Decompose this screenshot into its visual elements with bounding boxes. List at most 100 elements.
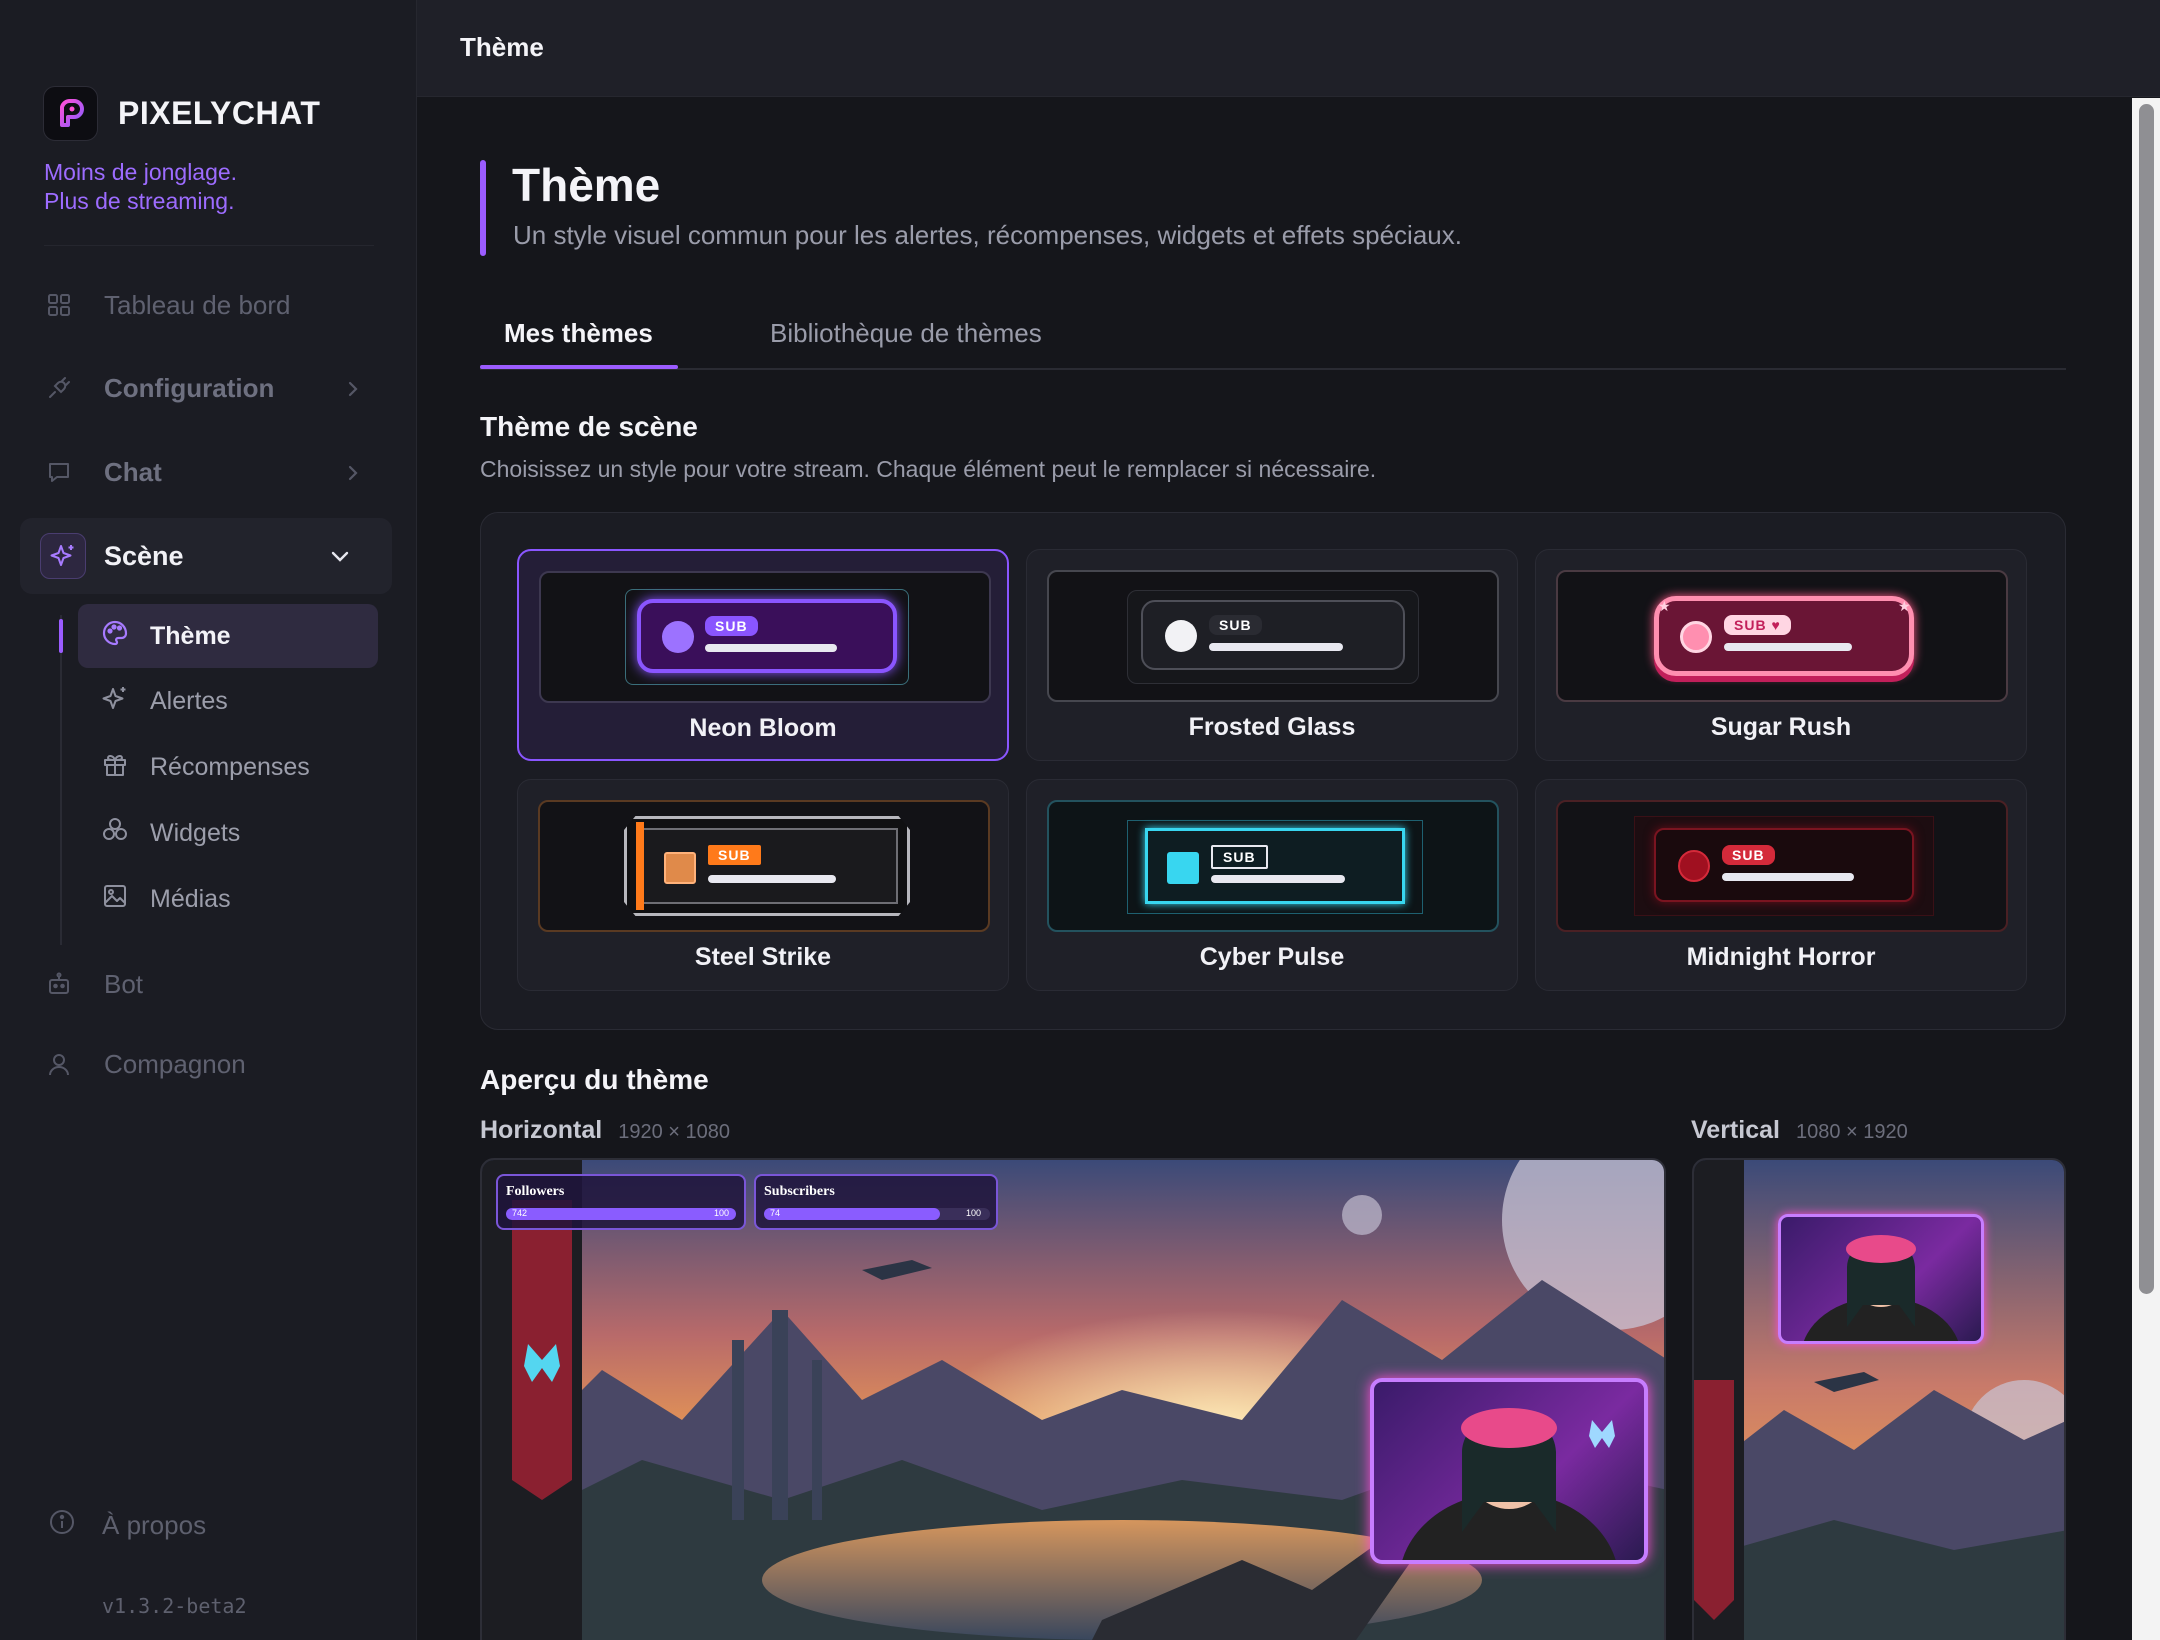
theme-name: Sugar Rush xyxy=(1710,713,1852,741)
theme-card-steel-strike[interactable]: SUB Steel Strike xyxy=(517,779,1009,991)
sidebar-subitem-label: Alertes xyxy=(150,686,228,715)
goal-label: Subscribers xyxy=(764,1184,835,1199)
sidebar-item-label: Configuration xyxy=(104,372,275,403)
sidebar-subitem-label: Médias xyxy=(150,884,231,913)
sub-badge: SUB xyxy=(1211,845,1268,869)
sidebar-divider xyxy=(44,245,374,246)
sidebar-item-label: Tableau de bord xyxy=(104,289,291,320)
preview-avatar xyxy=(664,852,696,884)
theme-name: Midnight Horror xyxy=(1686,943,1876,971)
sidebar-subitem-label: Thème xyxy=(150,621,231,650)
sparkle-icon xyxy=(100,683,130,720)
widgets-icon xyxy=(100,815,130,852)
sidebar-subitem-media[interactable]: Médias xyxy=(100,879,231,919)
horizontal-label-text: Horizontal xyxy=(480,1116,603,1144)
theme-preview: ★ ★ SUB ♥ xyxy=(1556,570,2008,702)
sidebar-item-scene[interactable]: Scène xyxy=(20,533,372,579)
theme-card-sugar-rush[interactable]: ★ ★ SUB ♥ Sugar Rush xyxy=(1535,549,2027,761)
sidebar-subitem-theme[interactable]: Thème xyxy=(100,616,231,656)
tabs: Mes thèmes Bibliothèque de thèmes xyxy=(480,310,2066,370)
grid-icon xyxy=(44,290,74,320)
horizontal-preview[interactable]: Followers 742 100 Subscribers 74 100 xyxy=(480,1158,1666,1640)
active-tab-indicator xyxy=(480,365,678,369)
scene-theme-subtitle: Choisissez un style pour votre stream. C… xyxy=(480,456,1377,482)
chevron-down-icon xyxy=(328,544,352,573)
goal-target: 100 xyxy=(966,1208,982,1218)
star-icon: ★ xyxy=(1658,598,1671,614)
robot-icon xyxy=(44,969,74,999)
sidebar-item-label: Bot xyxy=(104,968,144,999)
theme-card-neon-bloom[interactable]: SUB Neon Bloom xyxy=(517,549,1009,761)
sidebar-subitem-rewards[interactable]: Récompenses xyxy=(100,747,310,787)
brand[interactable]: PIXELYCHAT xyxy=(43,86,320,141)
theme-name: Frosted Glass xyxy=(1188,713,1356,741)
theme-preview: SUB xyxy=(539,571,991,703)
tab-theme-library[interactable]: Bibliothèque de thèmes xyxy=(770,318,1042,349)
vertical-dims: 1080 × 1920 xyxy=(1795,1121,1908,1143)
accent-stripe xyxy=(636,822,644,910)
theme-preview: SUB xyxy=(1047,800,1499,932)
star-icon: ★ xyxy=(1898,598,1911,614)
plug-icon xyxy=(44,373,74,403)
preview-avatar xyxy=(1165,620,1197,652)
subscribers-goal-widget: Subscribers 74 100 xyxy=(754,1174,998,1230)
theme-preview: SUB xyxy=(538,800,990,932)
goal-target: 100 xyxy=(714,1208,730,1218)
sidebar: PIXELYCHAT Moins de jonglage. Plus de st… xyxy=(0,0,417,1640)
theme-card-frosted-glass[interactable]: SUB Frosted Glass xyxy=(1026,549,1518,761)
sidebar-item-chat[interactable]: Chat xyxy=(44,452,374,492)
theme-preview: SUB xyxy=(1556,800,2008,932)
goal-current: 742 xyxy=(512,1208,528,1218)
sidebar-item-label: Chat xyxy=(104,456,162,487)
preview-progress-bar xyxy=(1724,643,1852,651)
horizontal-label: Horizontal 1920 × 1080 xyxy=(480,1116,730,1145)
scene-theme-title: Thème de scène xyxy=(480,411,698,442)
sidebar-item-configuration[interactable]: Configuration xyxy=(44,368,374,408)
palette-icon xyxy=(100,618,130,655)
chat-bubble-icon xyxy=(44,457,74,487)
preview-progress-bar xyxy=(1722,873,1854,881)
streamer-avatar-image xyxy=(1803,1235,1959,1341)
page-subtitle: Un style visuel commun pour les alertes,… xyxy=(513,220,1462,250)
chevron-right-icon xyxy=(342,376,364,407)
theme-name: Cyber Pulse xyxy=(1199,943,1345,971)
preview-avatar xyxy=(1680,621,1712,653)
theme-preview-title: Aperçu du thème xyxy=(480,1064,709,1095)
sidebar-item-companion[interactable]: Compagnon xyxy=(44,1044,374,1084)
title-accent-bar xyxy=(480,160,486,256)
preview-progress-bar xyxy=(1209,643,1343,651)
theme-card-midnight-horror[interactable]: SUB Midnight Horror xyxy=(1535,779,2027,991)
sidebar-item-about[interactable]: À propos xyxy=(48,1508,206,1543)
preview-avatar xyxy=(1167,852,1199,884)
topbar-title: Thème xyxy=(460,32,544,62)
info-icon xyxy=(48,1508,76,1543)
brand-name: PIXELYCHAT xyxy=(118,95,321,131)
sidebar-item-bot[interactable]: Bot xyxy=(44,964,374,1004)
sub-badge: SUB xyxy=(708,845,761,865)
preview-progress-bar xyxy=(1211,875,1345,883)
sidebar-item-dashboard[interactable]: Tableau de bord xyxy=(44,285,374,325)
app-logo-icon xyxy=(43,86,98,141)
top-bar: Thème xyxy=(417,0,2160,97)
page-title: Thème xyxy=(512,159,661,211)
preview-avatar xyxy=(1678,850,1710,882)
theme-card-cyber-pulse[interactable]: SUB Cyber Pulse xyxy=(1026,779,1518,991)
scrollbar-thumb[interactable] xyxy=(2139,104,2154,1294)
submenu-active-indicator xyxy=(59,619,63,653)
submenu-rail xyxy=(60,615,62,945)
tab-my-themes[interactable]: Mes thèmes xyxy=(504,318,653,349)
sidebar-item-label: Compagnon xyxy=(104,1048,246,1079)
main-content: Thème Un style visuel commun pour les al… xyxy=(418,98,2132,1640)
user-icon xyxy=(44,1049,74,1079)
vertical-label-text: Vertical xyxy=(1691,1116,1780,1144)
vertical-preview[interactable] xyxy=(1692,1158,2066,1640)
theme-name: Neon Bloom xyxy=(689,714,837,742)
vertical-label: Vertical 1080 × 1920 xyxy=(1691,1116,1908,1145)
image-icon xyxy=(100,881,130,918)
sidebar-subitem-alerts[interactable]: Alertes xyxy=(100,681,228,721)
themes-panel: SUB Neon Bloom SUB Frosted Glass ★ ★ SUB… xyxy=(480,512,2066,1030)
tagline-line-2: Plus de streaming. xyxy=(44,188,235,214)
sub-badge: SUB xyxy=(1722,845,1775,865)
sidebar-subitem-widgets[interactable]: Widgets xyxy=(100,813,240,853)
sidebar-subitem-label: Widgets xyxy=(150,818,241,847)
